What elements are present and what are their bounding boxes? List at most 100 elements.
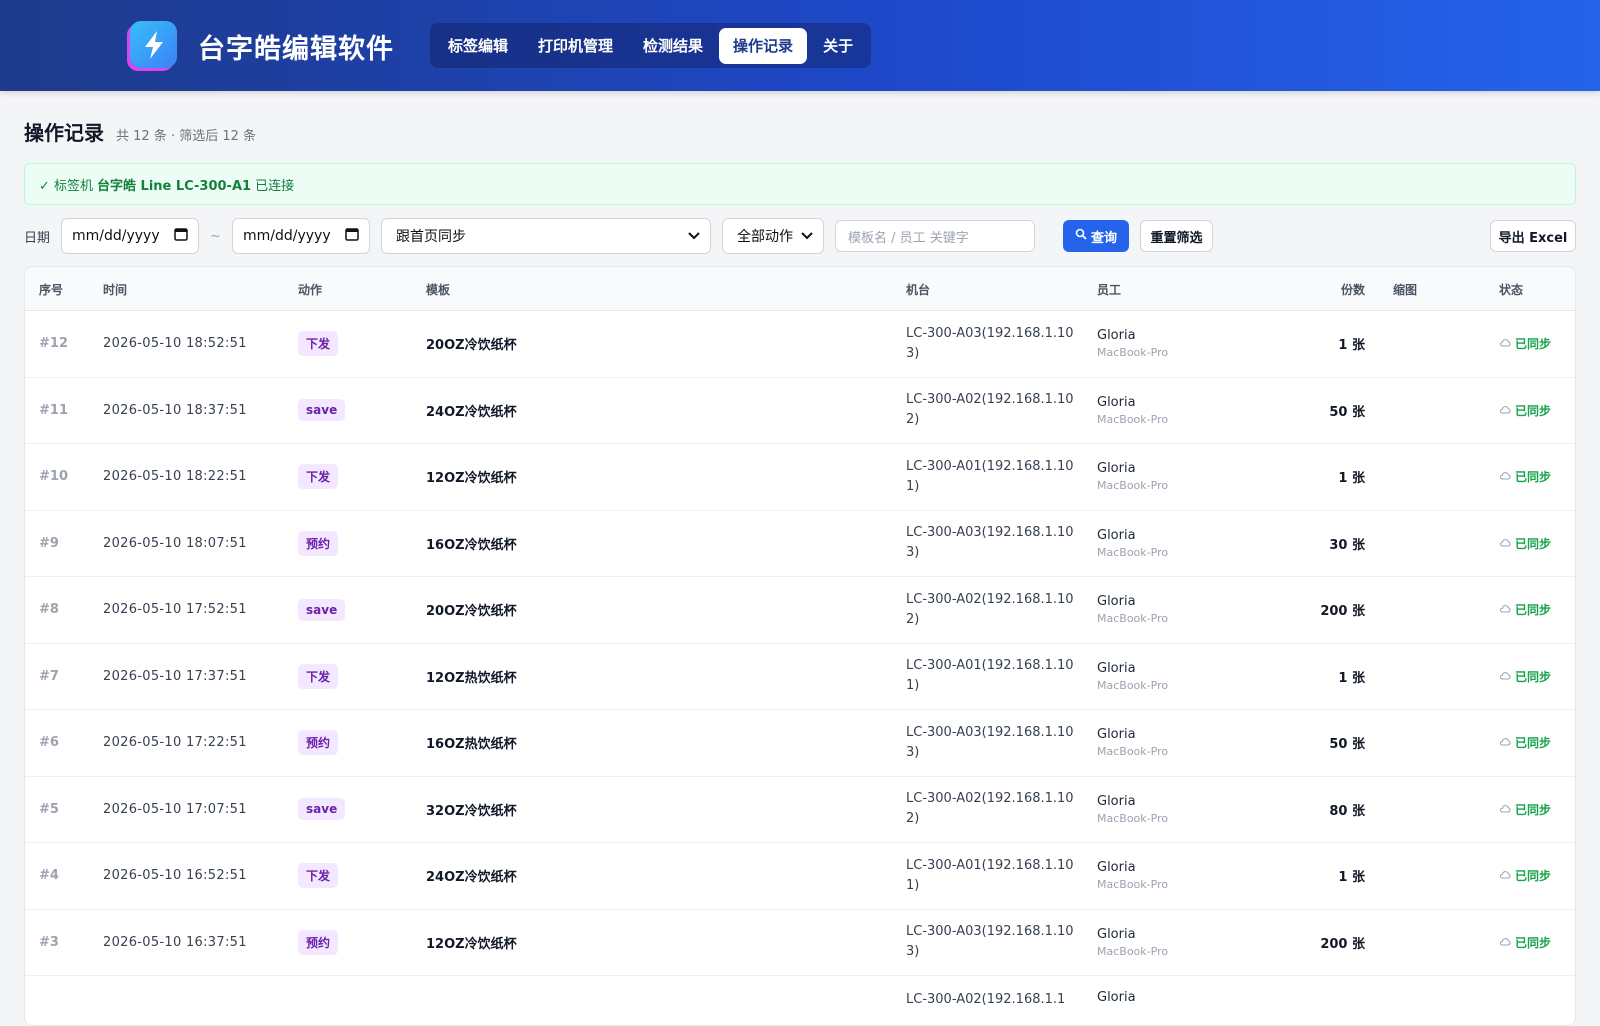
col-employee: 员工 — [1097, 282, 1122, 297]
status-text: 已同步 — [1515, 935, 1552, 950]
table-row[interactable]: #3 2026-05-10 16:37:51 预约 12OZ冷饮纸杯 LC-300-A0… — [25, 910, 1575, 976]
row-action: 下发 — [298, 311, 339, 377]
action-badge: save — [298, 598, 346, 621]
row-machine: LC-300-A01(192.168.1.101) — [906, 658, 1074, 694]
tab-printer-management[interactable]: 打印机管理 — [524, 28, 627, 64]
record-count: 共 12 条 · 筛选后 12 条 — [116, 129, 257, 144]
row-qty: 1 张 — [1338, 870, 1365, 886]
row-employee: Gloria MacBook-Pro — [1097, 777, 1168, 843]
employee-name: Gloria — [1097, 860, 1136, 876]
action-badge: 下发 — [298, 863, 339, 889]
col-time: 时间 — [103, 282, 128, 297]
row-id: #5 — [39, 801, 59, 817]
row-time: 2026-05-10 18:07:51 — [103, 535, 247, 551]
row-template: 20OZ冷饮纸杯 — [426, 604, 517, 620]
action-badge: 预约 — [298, 530, 339, 556]
tab-about[interactable]: 关于 — [809, 28, 867, 64]
row-time: 2026-05-10 17:07:51 — [103, 801, 247, 817]
table-row[interactable]: #4 2026-05-10 16:52:51 下发 24OZ冷饮纸杯 LC-300-A0… — [25, 843, 1575, 910]
row-employee: Gloria MacBook-Pro — [1097, 311, 1168, 377]
action-badge: 下发 — [298, 464, 339, 490]
col-qty: 份数 — [1340, 282, 1365, 297]
sync-select-value: 跟首页同步 — [396, 229, 466, 245]
row-machine: LC-300-A01(192.168.1.101) — [906, 857, 1074, 893]
row-template: 24OZ冷饮纸杯 — [426, 404, 517, 420]
page-header: 操作记录 共 12 条 · 筛选后 12 条 — [24, 117, 256, 146]
export-excel-button[interactable]: 导出 Excel — [1490, 220, 1576, 252]
calendar-icon[interactable] — [345, 227, 359, 245]
row-time: 2026-05-10 18:22:51 — [103, 469, 247, 485]
row-machine: LC-300-A02(192.168.1.102) — [906, 392, 1074, 428]
col-thumbnail: 缩图 — [1393, 282, 1418, 297]
row-template: 16OZ热饮纸杯 — [426, 737, 517, 753]
row-employee: Gloria MacBook-Pro — [1097, 511, 1168, 577]
row-qty — [1255, 976, 1365, 1025]
row-time: 2026-05-10 17:52:51 — [103, 602, 247, 618]
row-time: 2026-05-10 18:37:51 — [103, 402, 247, 418]
row-time: 2026-05-10 16:52:51 — [103, 868, 247, 884]
row-action: 预约 — [298, 710, 339, 776]
table-row[interactable]: #11 2026-05-10 18:37:51 save 24OZ冷饮纸杯 LC-300… — [25, 378, 1575, 444]
row-qty: 1 张 — [1338, 670, 1365, 686]
row-action: 预约 — [298, 910, 339, 976]
employee-name: Gloria — [1097, 793, 1136, 809]
cloud-icon — [1499, 670, 1511, 683]
tab-label-edit[interactable]: 标签编辑 — [434, 28, 522, 64]
row-id: #8 — [39, 602, 59, 618]
row-action: 下发 — [298, 644, 339, 710]
calendar-icon[interactable] — [174, 227, 188, 245]
search-placeholder: 模板名 / 员工 关键字 — [848, 230, 969, 246]
app-header: 台字皓编辑软件 标签编辑 打印机管理 检测结果 操作记录 关于 — [0, 0, 1600, 91]
table-row[interactable]: #9 2026-05-10 18:07:51 预约 16OZ冷饮纸杯 LC-300-A0… — [25, 511, 1575, 577]
row-action: 下发 — [298, 444, 339, 510]
row-employee: Gloria — [1097, 976, 1136, 1025]
table-row[interactable]: #6 2026-05-10 17:22:51 预约 16OZ热饮纸杯 LC-300-A0… — [25, 710, 1575, 777]
employee-device: MacBook-Pro — [1097, 346, 1169, 360]
row-template: 24OZ冷饮纸杯 — [426, 870, 517, 886]
employee-device: MacBook-Pro — [1097, 878, 1169, 892]
row-action: save — [298, 577, 346, 643]
employee-name: Gloria — [1097, 594, 1136, 610]
banner-device: 台字皓 Line LC-300-A1 — [97, 178, 252, 194]
row-qty: 200 张 — [1320, 604, 1365, 620]
table-body: #12 2026-05-10 18:52:51 下发 20OZ冷饮纸杯 LC-300-A… — [25, 311, 1575, 1025]
action-badge: 预约 — [298, 730, 339, 756]
table-row[interactable]: #12 2026-05-10 18:52:51 下发 20OZ冷饮纸杯 LC-300-A… — [25, 311, 1575, 378]
row-status: 已同步 — [1499, 910, 1551, 976]
row-status: 已同步 — [1499, 378, 1551, 444]
tab-inspection-results[interactable]: 检测结果 — [629, 28, 717, 64]
employee-name: Gloria — [1097, 527, 1136, 543]
table-row[interactable]: LC-300-A02(192.168.1.1 Gloria — [25, 976, 1575, 1025]
table-row[interactable]: #5 2026-05-10 17:07:51 save 32OZ冷饮纸杯 LC-300-… — [25, 777, 1575, 843]
cloud-icon — [1499, 869, 1511, 882]
row-machine: LC-300-A02(192.168.1.1 — [906, 992, 1066, 1007]
date-from-input[interactable]: mm/dd/yyyy — [61, 218, 199, 254]
table-row[interactable]: #8 2026-05-10 17:52:51 save 20OZ冷饮纸杯 LC-300-… — [25, 577, 1575, 644]
lightning-logo-icon — [130, 21, 177, 68]
tab-operation-log[interactable]: 操作记录 — [719, 27, 808, 64]
reset-filter-button[interactable]: 重置筛选 — [1140, 220, 1213, 252]
cloud-icon — [1499, 337, 1511, 350]
row-qty: 1 张 — [1338, 338, 1365, 354]
row-employee: Gloria MacBook-Pro — [1097, 910, 1168, 976]
date-to-input[interactable]: mm/dd/yyyy — [232, 218, 370, 254]
row-qty: 50 张 — [1329, 404, 1365, 420]
cloud-icon — [1499, 803, 1511, 816]
row-status: 已同步 — [1499, 644, 1551, 710]
row-template: 12OZ冷饮纸杯 — [426, 936, 517, 952]
action-select[interactable]: 全部动作 — [722, 218, 824, 254]
row-employee: Gloria MacBook-Pro — [1097, 644, 1168, 710]
table-row[interactable]: #7 2026-05-10 17:37:51 下发 12OZ热饮纸杯 LC-300-A0… — [25, 644, 1575, 710]
row-machine: LC-300-A03(192.168.1.103) — [906, 724, 1074, 760]
employee-device: MacBook-Pro — [1097, 412, 1169, 426]
keyword-search-input[interactable]: 模板名 / 员工 关键字 — [835, 220, 1035, 252]
row-template: 12OZ冷饮纸杯 — [426, 471, 517, 487]
employee-device: MacBook-Pro — [1097, 678, 1169, 692]
table-row[interactable]: #10 2026-05-10 18:22:51 下发 12OZ冷饮纸杯 LC-300-A… — [25, 444, 1575, 511]
row-status: 已同步 — [1499, 777, 1551, 843]
row-time: 2026-05-10 16:37:51 — [103, 934, 247, 950]
sync-select[interactable]: 跟首页同步 — [381, 218, 711, 254]
cloud-icon — [1499, 537, 1511, 550]
query-button[interactable]: 查询 — [1063, 220, 1129, 252]
employee-device: MacBook-Pro — [1097, 745, 1169, 759]
